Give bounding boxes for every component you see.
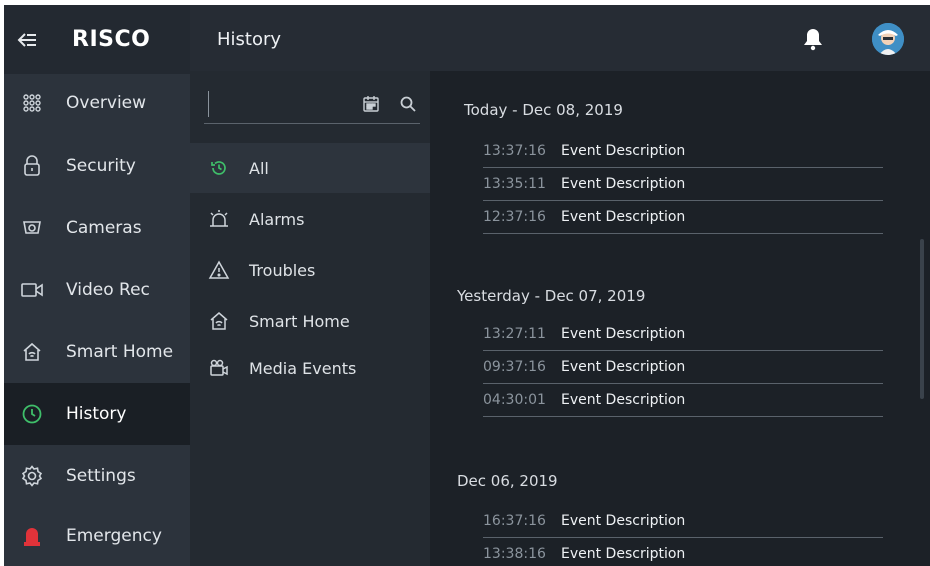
filter-smart-home[interactable]: Smart Home <box>190 296 430 346</box>
event-row[interactable]: 16:37:16 Event Description <box>483 505 883 538</box>
event-row[interactable]: 13:35:11 Event Description <box>483 168 883 201</box>
sidebar-item-label: Security <box>66 156 136 176</box>
event-row[interactable]: 12:37:16 Event Description <box>483 201 883 234</box>
grid-icon <box>20 91 44 115</box>
event-description: Event Description <box>561 513 686 529</box>
history-event-list: Today - Dec 08, 2019 13:37:16 Event Desc… <box>430 71 930 566</box>
page-title: History <box>217 29 282 50</box>
event-description: Event Description <box>561 546 686 562</box>
sidebar-item-cameras[interactable]: Cameras <box>4 197 190 259</box>
event-time: 13:35:11 <box>483 176 546 192</box>
sidebar-item-label: Cameras <box>66 218 142 238</box>
collapse-menu-icon[interactable] <box>4 32 50 48</box>
event-time: 12:37:16 <box>483 209 546 225</box>
gear-icon <box>20 464 44 488</box>
camera-icon <box>20 216 44 240</box>
filter-label: All <box>249 158 269 178</box>
video-icon <box>20 278 44 302</box>
sidebar-item-label: History <box>66 404 127 424</box>
event-row[interactable]: 13:27:11 Event Description <box>483 318 883 351</box>
scrollbar[interactable] <box>920 239 924 399</box>
event-time: 13:27:11 <box>483 326 546 342</box>
history-icon <box>208 159 230 177</box>
filter-label: Smart Home <box>249 311 350 331</box>
filter-media-events[interactable]: Media Events <box>190 343 430 393</box>
event-time: 04:30:01 <box>483 392 546 408</box>
event-row[interactable]: 13:38:16 Event Description <box>483 538 883 566</box>
filter-label: Alarms <box>249 209 305 229</box>
alarm-icon <box>208 209 230 229</box>
sidebar-item-security[interactable]: Security <box>4 135 190 197</box>
day-heading: Dec 06, 2019 <box>457 472 558 490</box>
filter-panel: All Alarms Troubles Smart Home Media Eve <box>190 71 430 566</box>
warning-icon <box>208 260 230 280</box>
sidebar-item-label: Smart Home <box>66 342 174 362</box>
filter-alarms[interactable]: Alarms <box>190 194 430 244</box>
siren-icon <box>20 524 44 548</box>
text-caret <box>208 91 209 117</box>
event-description: Event Description <box>561 143 686 159</box>
filter-label: Media Events <box>249 358 357 378</box>
avatar[interactable] <box>872 23 904 55</box>
top-bar: History <box>190 5 930 71</box>
sidebar-item-label: Video Rec <box>66 280 150 300</box>
smart-home-icon <box>208 311 230 331</box>
event-description: Event Description <box>561 326 686 342</box>
event-description: Event Description <box>561 392 686 408</box>
sidebar-item-smart-home[interactable]: Smart Home <box>4 321 190 383</box>
sidebar-item-label: Overview <box>66 93 147 113</box>
sidebar-item-video-rec[interactable]: Video Rec <box>4 259 190 321</box>
event-description: Event Description <box>561 359 686 375</box>
day-heading: Yesterday - Dec 07, 2019 <box>457 287 646 305</box>
sidebar-item-overview[interactable]: Overview <box>4 72 190 134</box>
filter-troubles[interactable]: Troubles <box>190 245 430 295</box>
event-description: Event Description <box>561 209 686 225</box>
sidebar-header: RISCO <box>4 5 190 74</box>
filter-all[interactable]: All <box>190 143 430 193</box>
brand-logo: RISCO <box>72 27 151 52</box>
search-field[interactable] <box>204 89 420 124</box>
sidebar: RISCO Overview Security Cameras Video Re <box>4 5 190 566</box>
sidebar-item-history[interactable]: History <box>4 383 190 445</box>
search-icon[interactable] <box>399 95 417 117</box>
filter-label: Troubles <box>249 260 316 280</box>
sidebar-item-settings[interactable]: Settings <box>4 445 190 507</box>
calendar-icon[interactable] <box>362 95 380 117</box>
history-icon <box>20 402 44 426</box>
media-icon <box>208 358 230 378</box>
event-row[interactable]: 04:30:01 Event Description <box>483 384 883 417</box>
event-description: Event Description <box>561 176 686 192</box>
event-row[interactable]: 09:37:16 Event Description <box>483 351 883 384</box>
bell-icon[interactable] <box>802 27 824 55</box>
smart-home-icon <box>20 340 44 364</box>
day-heading: Today - Dec 08, 2019 <box>464 101 623 119</box>
event-time: 16:37:16 <box>483 513 546 529</box>
app-window: RISCO Overview Security Cameras Video Re <box>4 5 930 566</box>
sidebar-item-emergency[interactable]: Emergency <box>4 505 190 566</box>
sidebar-item-label: Settings <box>66 466 136 486</box>
lock-icon <box>20 154 44 178</box>
event-time: 13:37:16 <box>483 143 546 159</box>
event-time: 13:38:16 <box>483 546 546 562</box>
sidebar-item-label: Emergency <box>66 526 162 546</box>
event-time: 09:37:16 <box>483 359 546 375</box>
event-row[interactable]: 13:37:16 Event Description <box>483 135 883 168</box>
